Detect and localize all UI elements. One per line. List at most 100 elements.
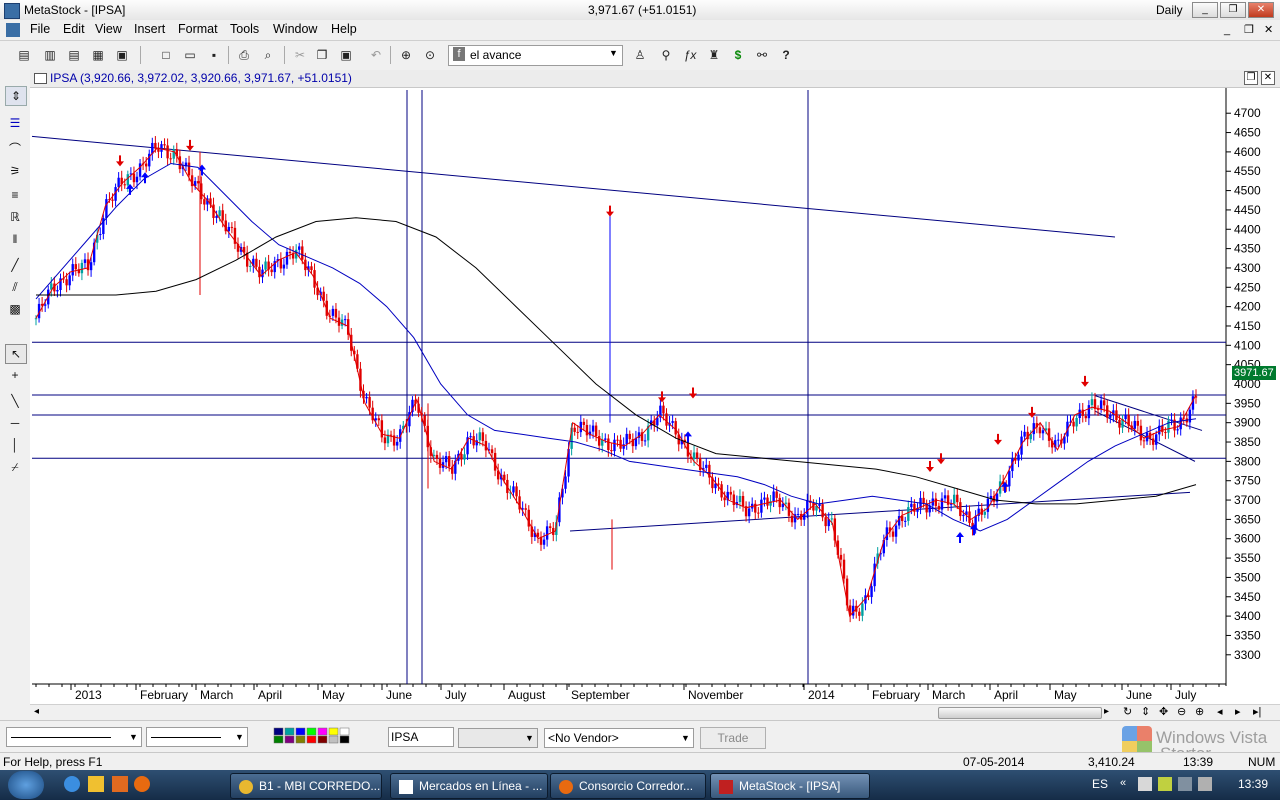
vertical-line-icon[interactable]: │ bbox=[5, 436, 25, 454]
zoom-out-icon[interactable]: ⊖ bbox=[1177, 705, 1186, 718]
chevron-down-icon[interactable]: ▼ bbox=[681, 729, 690, 747]
end-icon[interactable]: ▸| bbox=[1253, 705, 1261, 718]
trade-button[interactable]: Trade bbox=[700, 727, 766, 749]
doc-icon[interactable] bbox=[6, 23, 20, 37]
scroll-left-icon[interactable]: ◂ bbox=[34, 706, 39, 717]
close-button[interactable]: ✕ bbox=[1248, 2, 1274, 18]
menu-window[interactable]: Window bbox=[273, 22, 317, 36]
expert-icon[interactable]: ♙ bbox=[630, 45, 650, 65]
palette-swatch[interactable] bbox=[284, 735, 295, 744]
chart-close-icon[interactable]: ✕ bbox=[1261, 71, 1275, 85]
palette-swatch[interactable] bbox=[273, 735, 284, 744]
tile-grid-icon[interactable]: ▦ bbox=[88, 45, 108, 65]
palette-swatch[interactable] bbox=[295, 735, 306, 744]
grid-tool-icon[interactable]: ▩ bbox=[5, 300, 25, 318]
line-weight-select[interactable]: ▼ bbox=[146, 727, 248, 747]
tray-network-icon[interactable] bbox=[1138, 777, 1152, 791]
scroll-thumb[interactable] bbox=[938, 707, 1102, 719]
palette-swatch[interactable] bbox=[339, 727, 350, 736]
arrange-icon[interactable]: ▣ bbox=[112, 45, 132, 65]
system-tester-icon[interactable]: ♜ bbox=[704, 45, 724, 65]
explorer-icon[interactable]: ⚲ bbox=[656, 45, 676, 65]
save-icon[interactable]: ▪ bbox=[204, 45, 224, 65]
retracement-icon[interactable]: ≡ bbox=[5, 186, 25, 204]
app-icon[interactable] bbox=[4, 3, 20, 19]
chart-restore-icon[interactable]: ❐ bbox=[1244, 71, 1258, 85]
zoom-in-icon[interactable]: ⊕ bbox=[1195, 705, 1204, 718]
task-item-active[interactable]: MetaStock - [IPSA] bbox=[710, 773, 870, 799]
menu-file[interactable]: File bbox=[30, 22, 50, 36]
palette-swatch[interactable] bbox=[328, 735, 339, 744]
new-icon[interactable]: □ bbox=[156, 45, 176, 65]
security-select[interactable]: ▼ bbox=[458, 728, 538, 748]
chevron-down-icon[interactable]: ▼ bbox=[235, 728, 244, 746]
template-select[interactable]: f el avance ▼ bbox=[448, 45, 623, 66]
eraser-icon[interactable]: ⌿ bbox=[5, 458, 25, 476]
copy-icon[interactable]: ❐ bbox=[312, 45, 332, 65]
firefox-icon[interactable] bbox=[134, 776, 150, 792]
menu-edit[interactable]: Edit bbox=[63, 22, 85, 36]
child-minimize-icon[interactable]: _ bbox=[1224, 24, 1230, 36]
equal-lines-icon[interactable]: ☰ bbox=[5, 114, 25, 132]
page-right-icon[interactable]: ▸ bbox=[1235, 705, 1241, 718]
menu-format[interactable]: Format bbox=[178, 22, 218, 36]
line-tool-icon[interactable]: ╲ bbox=[5, 392, 25, 410]
crosshair-icon[interactable]: ⊕ bbox=[396, 45, 416, 65]
arc-icon[interactable]: ⌒ bbox=[5, 140, 25, 158]
tray-security-icon[interactable] bbox=[1158, 777, 1172, 791]
ie-icon[interactable] bbox=[64, 776, 80, 792]
palette-swatch[interactable] bbox=[328, 727, 339, 736]
menu-tools[interactable]: Tools bbox=[230, 22, 259, 36]
dollar-icon[interactable]: $ bbox=[728, 45, 748, 65]
scroll-right-icon[interactable]: ▸ bbox=[1104, 706, 1109, 717]
vendor-select[interactable]: <No Vendor> ▼ bbox=[544, 728, 694, 748]
tray-power-icon[interactable] bbox=[1198, 777, 1212, 791]
scroll-spinner-icon[interactable]: ⇕ bbox=[5, 86, 27, 106]
indicator-builder-icon[interactable]: ƒx bbox=[680, 45, 700, 65]
minimize-button[interactable]: _ bbox=[1192, 2, 1218, 18]
resize-icon[interactable]: ⇕ bbox=[1141, 705, 1150, 718]
chart-window-icon[interactable] bbox=[34, 73, 47, 84]
page-left-icon[interactable]: ◂ bbox=[1217, 705, 1223, 718]
binoculars-icon[interactable]: ⚯ bbox=[752, 45, 772, 65]
pointer-icon[interactable]: ↖ bbox=[5, 344, 27, 364]
undo-icon[interactable]: ↶ bbox=[366, 45, 386, 65]
chevron-down-icon[interactable]: ▼ bbox=[525, 729, 534, 747]
language-indicator[interactable]: ES bbox=[1092, 777, 1108, 791]
palette-swatch[interactable] bbox=[284, 727, 295, 736]
menu-view[interactable]: View bbox=[95, 22, 122, 36]
print-icon[interactable]: ⎙ bbox=[234, 45, 254, 65]
palette-swatch[interactable] bbox=[339, 735, 350, 744]
palette-swatch[interactable] bbox=[306, 735, 317, 744]
cycle-lines-icon[interactable]: ‖ bbox=[5, 230, 25, 248]
line-style-select[interactable]: ▼ bbox=[6, 727, 142, 747]
child-restore-icon[interactable]: ❐ bbox=[1244, 23, 1254, 36]
chevron-down-icon[interactable]: ▼ bbox=[609, 48, 618, 58]
child-close-icon[interactable]: ✕ bbox=[1264, 23, 1273, 36]
palette-swatch[interactable] bbox=[317, 727, 328, 736]
fan-icon[interactable]: ⚞ bbox=[5, 162, 25, 180]
chart-window[interactable]: 3300 3350 3400 3450 3500 3550 3600 3650 3700 3750… bbox=[30, 70, 1280, 721]
palette-swatch[interactable] bbox=[306, 727, 317, 736]
layout-icon[interactable]: ▤ bbox=[14, 45, 34, 65]
task-item[interactable]: B1 - MBI CORREDO... bbox=[230, 773, 382, 799]
tray-arrow-icon[interactable]: « bbox=[1120, 777, 1126, 789]
cut-icon[interactable]: ✂ bbox=[290, 45, 310, 65]
refresh-icon[interactable]: ↻ bbox=[1123, 705, 1132, 718]
tile-vertical-icon[interactable]: ▥ bbox=[40, 45, 60, 65]
taskbar-clock[interactable]: 13:39 bbox=[1238, 777, 1268, 791]
open-icon[interactable]: ▭ bbox=[180, 45, 200, 65]
tile-horizontal-icon[interactable]: ▤ bbox=[64, 45, 84, 65]
color-palette[interactable] bbox=[268, 727, 364, 745]
help-icon[interactable]: ? bbox=[776, 45, 796, 65]
task-item[interactable]: Consorcio Corredor... bbox=[550, 773, 706, 799]
fib-r-icon[interactable]: ℝ bbox=[5, 208, 25, 226]
channel-icon[interactable]: ⫽ bbox=[5, 278, 25, 296]
restore-button[interactable]: ❐ bbox=[1220, 2, 1246, 18]
print-preview-icon[interactable]: ⌕ bbox=[258, 45, 278, 65]
explorer-quicklaunch-icon[interactable] bbox=[88, 776, 104, 792]
pan-icon[interactable]: ✥ bbox=[1159, 705, 1168, 718]
palette-swatch[interactable] bbox=[295, 727, 306, 736]
chart-scrollbar[interactable]: ◂ ▸ ↻ ⇕ ✥ ⊖ ⊕ ◂ ▸ ▸| bbox=[30, 704, 1280, 721]
trendline-icon[interactable]: ╱ bbox=[5, 256, 25, 274]
